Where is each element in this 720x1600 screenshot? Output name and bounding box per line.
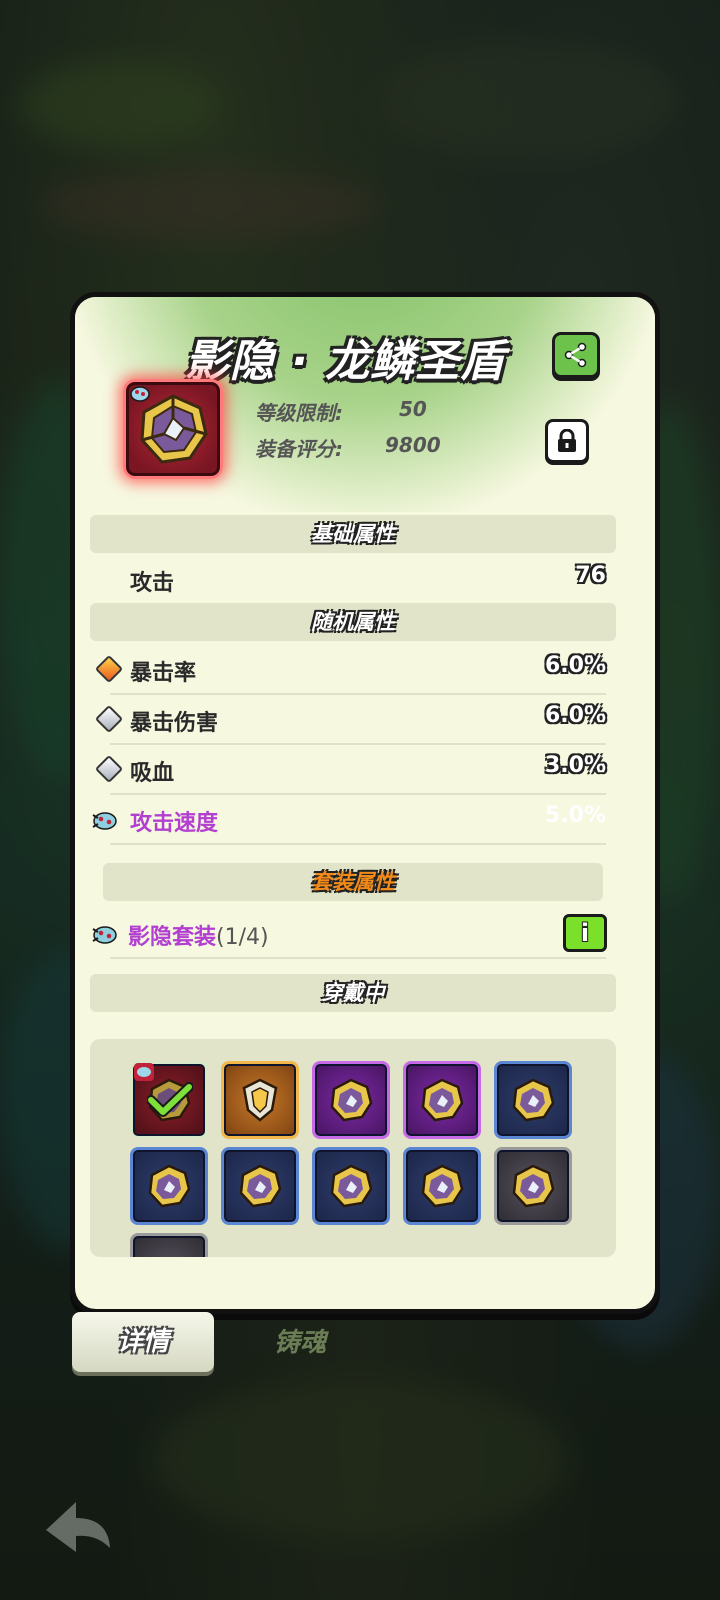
section-basic-attributes: 基础属性 [90,515,616,553]
shield-icon [330,1164,373,1208]
stat-row-lifesteal: 吸血 3.0% [94,745,606,795]
set-label: 影隐套装(1/4) [128,925,269,950]
set-info-button[interactable]: i [563,914,607,952]
set-bonus-row: 影隐套装(1/4) [92,909,606,959]
stat-label: 攻击 [130,571,175,596]
stat-row-attack: 攻击 76 [110,555,606,603]
bug-icon [92,812,117,830]
equipment-slot[interactable] [494,1147,572,1225]
equipment-slot-equipped[interactable] [130,1061,208,1139]
share-button[interactable] [552,332,600,378]
equipment-slot[interactable] [221,1061,299,1139]
score-label: 装备评分: [255,437,343,461]
equipment-slot[interactable] [221,1147,299,1225]
shield-icon [421,1164,464,1208]
section-random-attributes: 随机属性 [90,603,616,641]
equipment-slot[interactable] [312,1147,390,1225]
equipment-grid [90,1039,616,1257]
bug-badge-icon [134,1063,154,1081]
stat-row-crit-rate: 暴击率 6.0% [94,645,606,695]
stat-row-attack-speed: 攻击速度 5.0% [92,795,606,845]
shield-icon [421,1078,464,1122]
share-icon [564,342,587,368]
check-icon [147,1082,193,1117]
item-icon [123,379,223,479]
stat-label: 暴击伤害 [130,711,219,736]
score-value: 9800 [385,433,441,457]
shield-icon [239,1164,282,1208]
equipment-slot[interactable] [403,1061,481,1139]
equipment-detail-panel: 影隐 · 龙鳞圣盾 等级限制: 50 装备评分: 9800 基础属性 攻击 76… [70,292,660,1314]
lock-button[interactable] [545,419,589,463]
section-set-attributes: 套装属性 [103,863,603,901]
equipment-score: 装备评分: 9800 [255,433,441,462]
emblem-icon [242,1078,278,1122]
equipment-slot[interactable] [312,1061,390,1139]
stat-value: 6.0% [544,703,606,728]
stat-value: 5.0% [544,803,606,828]
equipment-slot[interactable] [130,1147,208,1225]
equipment-slot[interactable] [130,1233,208,1257]
bug-icon [92,926,117,944]
shield-icon [512,1164,555,1208]
section-wearing: 穿戴中 [90,974,616,1012]
orange-gem-icon [94,654,124,684]
shield-icon [148,1164,191,1208]
stat-value: 3.0% [544,753,606,778]
level-label: 等级限制: [255,401,343,425]
level-value: 50 [399,397,427,421]
stat-value: 76 [575,563,606,588]
silver-gem-icon [94,754,124,784]
stat-value: 6.0% [544,653,606,678]
shield-icon [330,1078,373,1122]
tab-soul-forge[interactable]: 铸魂 [250,1318,350,1368]
shield-icon [512,1078,555,1122]
back-arrow-icon[interactable] [36,1490,116,1560]
equipment-slot[interactable] [403,1147,481,1225]
lock-icon [558,429,576,452]
stat-label: 吸血 [130,761,175,786]
equipment-slot[interactable] [494,1061,572,1139]
silver-gem-icon [94,704,124,734]
stat-label: 攻击速度 [130,811,219,836]
stat-label: 暴击率 [130,661,197,686]
stat-row-crit-damage: 暴击伤害 6.0% [94,695,606,745]
level-requirement: 等级限制: 50 [255,397,427,426]
tab-details[interactable]: 详情 [72,1312,214,1372]
bug-badge-icon [130,386,150,402]
